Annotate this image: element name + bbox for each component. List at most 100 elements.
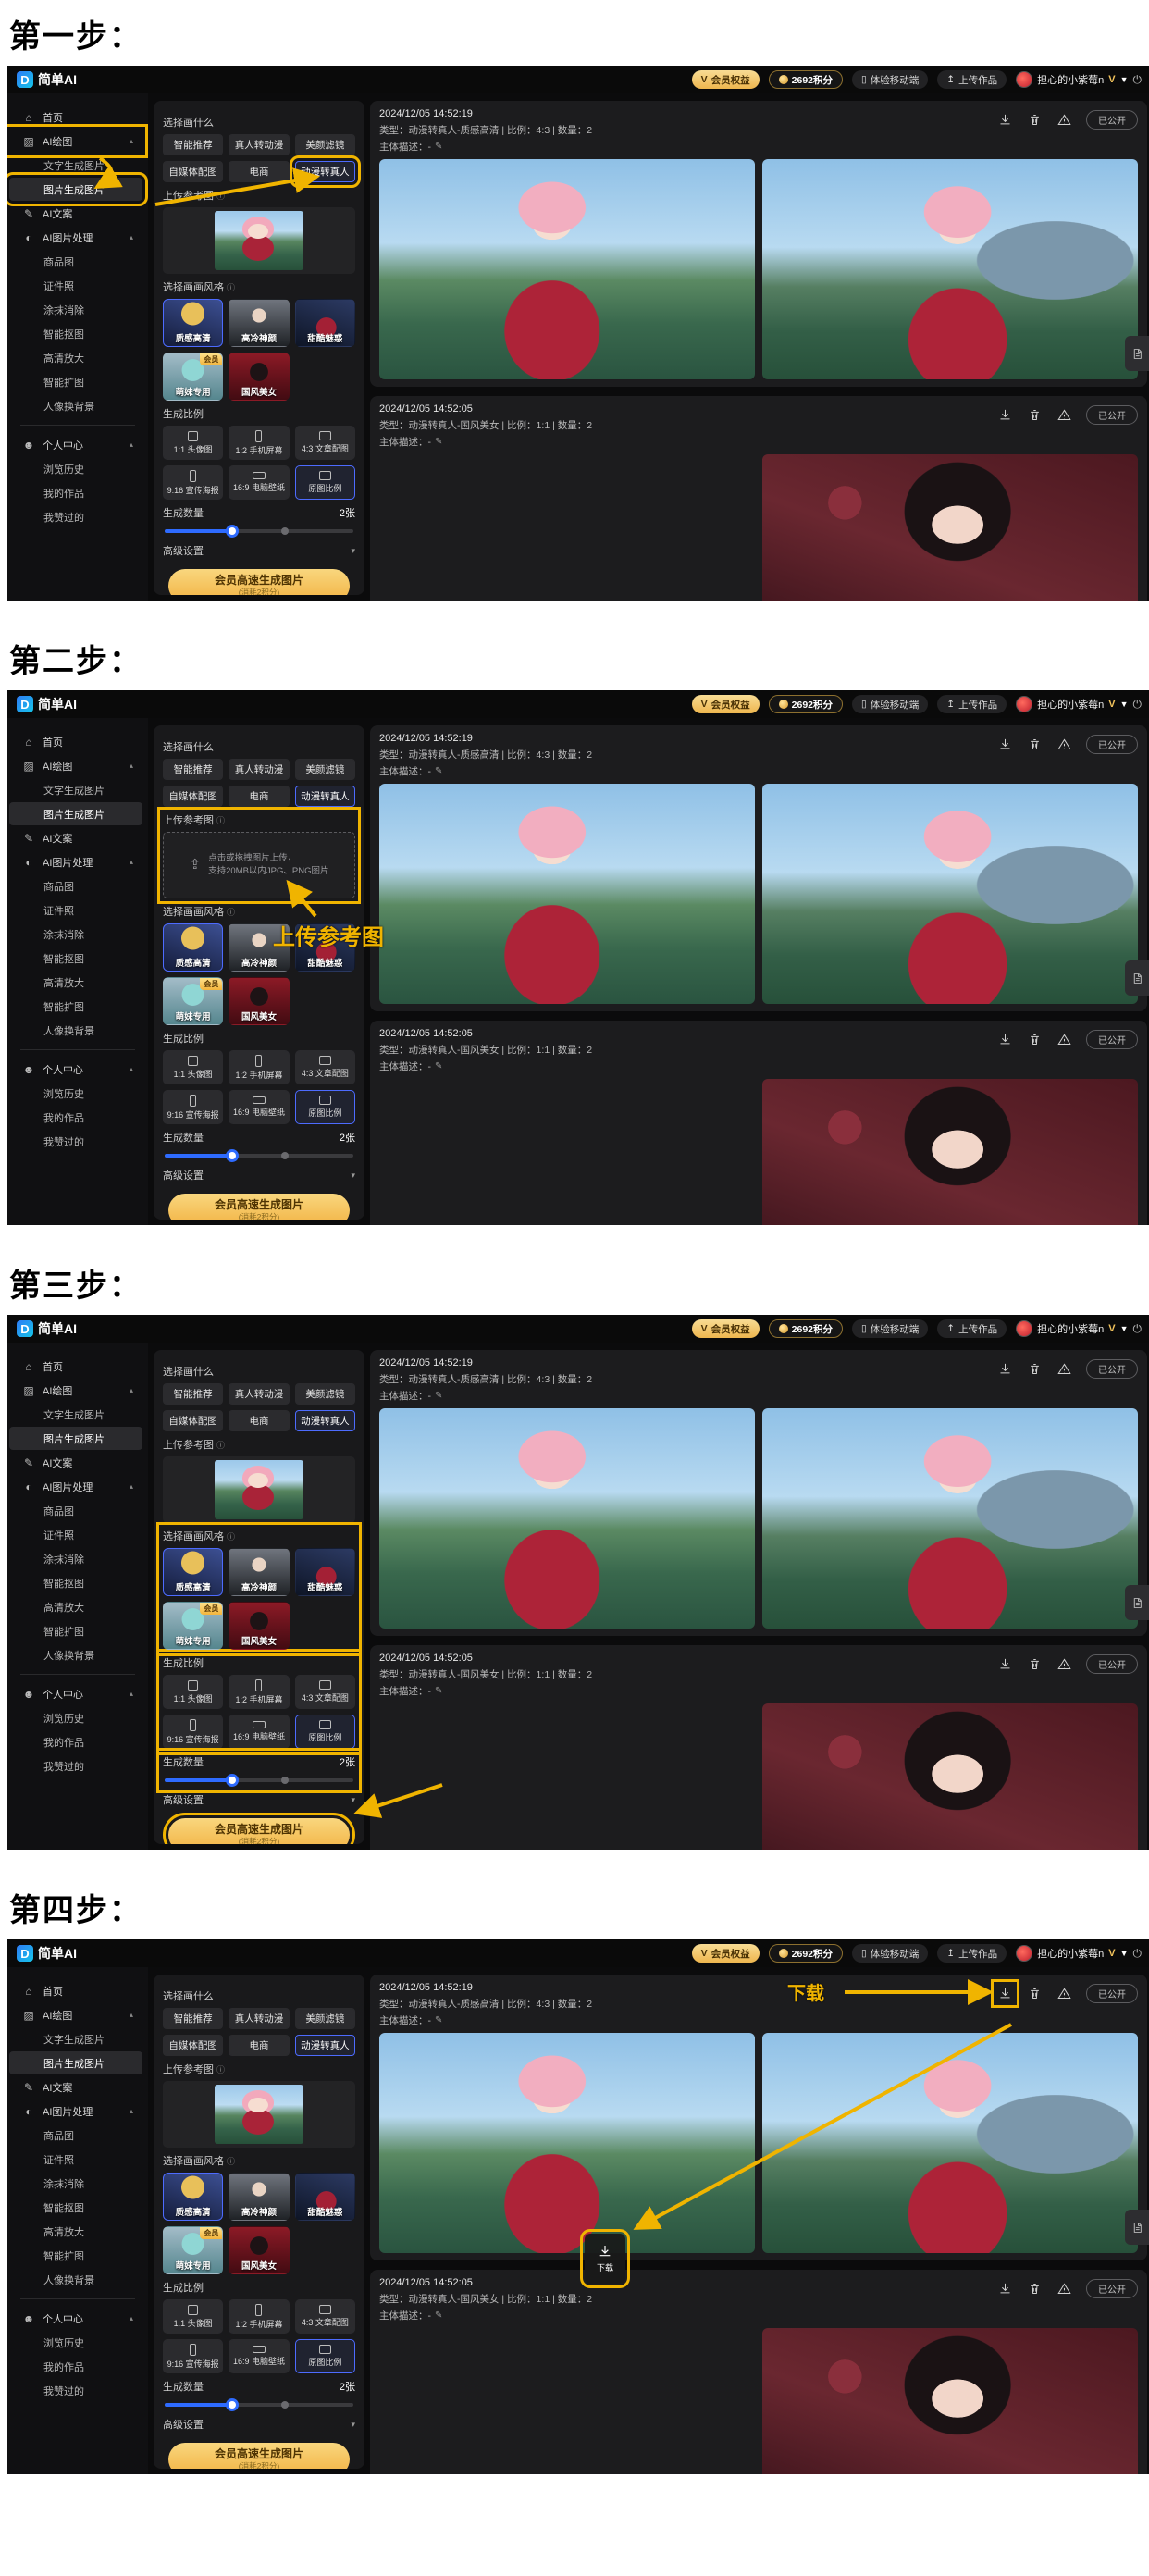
sidebar-item-erase[interactable]: 涂抹消除 [9,923,142,946]
what-button-real2anime[interactable]: 真人转动漫 [229,759,289,780]
edit-icon[interactable]: ✎ [435,1686,442,1696]
sidebar-item-ai-draw[interactable]: ▨ AI绘图 ▴ [9,2003,142,2026]
sidebar-item-expand[interactable]: 智能扩图 [9,995,142,1018]
ratio-16-9[interactable]: 16:9 电脑壁纸 [229,1090,289,1124]
report-icon[interactable] [1056,1361,1072,1377]
what-button-ecommerce[interactable]: 电商 [229,161,289,182]
what-button-anime2real[interactable]: 动漫转真人 [295,786,355,807]
style-thumb-1[interactable]: 高冷神颜 [229,2173,289,2221]
sidebar-item-ai-image-process[interactable]: ◐ AI图片处理 ▴ [9,226,142,249]
style-thumb-2[interactable]: 甜酷魅惑 [295,299,355,347]
ratio-original[interactable]: 原图比例 [295,2339,355,2373]
report-icon[interactable] [1056,112,1072,128]
credits-button[interactable]: 2692积分 [769,70,843,89]
generate-button[interactable]: 会员高速生成图片 (消耗2积分) [168,1818,350,1844]
what-button-beauty[interactable]: 美颜滤镜 [295,1383,355,1405]
edit-icon[interactable]: ✎ [435,142,442,152]
reference-image-thumb[interactable] [215,2085,303,2144]
report-icon[interactable] [1056,1986,1072,2001]
feedback-chip[interactable] [1125,960,1149,996]
sidebar-item-image2image[interactable]: 图片生成图片 [9,802,142,825]
feedback-chip[interactable] [1125,336,1149,371]
vip-benefits-button[interactable]: V 会员权益 [692,70,760,89]
generated-image-2[interactable] [762,2033,1138,2253]
sidebar-item-portrait-bg[interactable]: 人像换背景 [9,1643,142,1666]
download-icon[interactable] [997,407,1013,423]
sidebar-item-product-image[interactable]: 商品图 [9,874,142,898]
mobile-version-button[interactable]: ▯ 体验移动端 [852,70,928,89]
published-button[interactable]: 已公开 [1086,2279,1138,2298]
upload-area[interactable] [163,207,355,274]
sidebar-item-personal[interactable]: ☻ 个人中心 ▴ [9,2307,142,2330]
generated-image-2[interactable] [762,1703,1138,1850]
what-button-media[interactable]: 自媒体配图 [163,2035,223,2056]
what-button-ecommerce[interactable]: 电商 [229,786,289,807]
what-button-smart[interactable]: 智能推荐 [163,759,223,780]
ratio-4-3[interactable]: 4:3 文章配图 [295,1675,355,1709]
what-button-anime2real[interactable]: 动漫转真人 [295,2035,355,2056]
sidebar-item-cutout[interactable]: 智能抠图 [9,947,142,970]
sidebar-item-image2image[interactable]: 图片生成图片 [9,178,142,201]
delete-icon[interactable] [1027,407,1043,423]
ratio-original[interactable]: 原图比例 [295,465,355,500]
sidebar-item-upscale[interactable]: 高清放大 [9,1595,142,1618]
delete-icon[interactable] [1027,1032,1043,1047]
app-logo[interactable]: D 简单AI [17,1319,77,1338]
sidebar-item-image2image[interactable]: 图片生成图片 [9,1427,142,1450]
power-icon[interactable]: ⏻ [1133,698,1143,712]
collapse-icon[interactable]: ▴ [130,1065,133,1073]
published-button[interactable]: 已公开 [1086,405,1138,425]
generated-image-2[interactable] [762,784,1138,1004]
edit-icon[interactable]: ✎ [435,2310,442,2321]
ratio-16-9[interactable]: 16:9 电脑壁纸 [229,1715,289,1749]
ratio-original[interactable]: 原图比例 [295,1715,355,1749]
feedback-chip[interactable] [1125,1585,1149,1620]
sidebar-item-product-image[interactable]: 商品图 [9,1499,142,1522]
mobile-version-button[interactable]: ▯ 体验移动端 [852,695,928,713]
edit-icon[interactable]: ✎ [435,1061,442,1071]
ratio-1-1[interactable]: 1:1 头像图 [163,1050,223,1084]
style-thumb-3[interactable]: 会员萌妹专用 [163,977,223,1025]
sidebar-item-expand[interactable]: 智能扩图 [9,1619,142,1642]
collapse-icon[interactable]: ▴ [130,858,133,866]
ratio-4-3[interactable]: 4:3 文章配图 [295,2299,355,2334]
reference-image-thumb[interactable] [215,211,303,270]
generated-image-1[interactable] [379,784,755,1004]
sidebar-item-my-likes[interactable]: 我赞过的 [9,505,142,528]
power-icon[interactable]: ⏻ [1133,73,1143,87]
sidebar-item-personal[interactable]: ☻ 个人中心 ▴ [9,433,142,456]
sidebar-item-id-photo[interactable]: 证件照 [9,1523,142,1546]
sidebar-item-erase[interactable]: 涂抹消除 [9,298,142,321]
ratio-9-16[interactable]: 9:16 宣传海报 [163,1090,223,1124]
published-button[interactable]: 已公开 [1086,110,1138,130]
sidebar-item-ai-image-process[interactable]: ◐ AI图片处理 ▴ [9,850,142,873]
collapse-icon[interactable]: ▴ [130,233,133,242]
advanced-settings[interactable]: 高级设置▾ [163,1168,355,1183]
report-icon[interactable] [1056,737,1072,752]
mobile-version-button[interactable]: ▯ 体验移动端 [852,1944,928,1963]
sidebar-item-cutout[interactable]: 智能抠图 [9,2196,142,2219]
what-button-ecommerce[interactable]: 电商 [229,2035,289,2056]
sidebar-item-portrait-bg[interactable]: 人像换背景 [9,1019,142,1042]
sidebar-item-my-likes[interactable]: 我赞过的 [9,2379,142,2402]
sidebar-item-my-works[interactable]: 我的作品 [9,1106,142,1129]
sidebar-item-personal[interactable]: ☻ 个人中心 ▴ [9,1682,142,1705]
delete-icon[interactable] [1027,1986,1043,2001]
style-thumb-0[interactable]: 质感高清 [163,923,223,972]
advanced-settings[interactable]: 高级设置▾ [163,1792,355,1807]
sidebar-item-text2image[interactable]: 文字生成图片 [9,778,142,801]
sidebar-item-expand[interactable]: 智能扩图 [9,2244,142,2267]
ratio-1-2[interactable]: 1:2 手机屏幕 [229,1675,289,1709]
sidebar-item-upscale[interactable]: 高清放大 [9,971,142,994]
sidebar-item-upscale[interactable]: 高清放大 [9,346,142,369]
ratio-9-16[interactable]: 9:16 宣传海报 [163,465,223,500]
sidebar-item-history[interactable]: 浏览历史 [9,1082,142,1105]
sidebar-item-my-works[interactable]: 我的作品 [9,481,142,504]
sidebar-item-expand[interactable]: 智能扩图 [9,370,142,393]
ratio-16-9[interactable]: 16:9 电脑壁纸 [229,2339,289,2373]
advanced-settings[interactable]: 高级设置▾ [163,543,355,558]
delete-icon[interactable] [1027,1656,1043,1672]
vip-benefits-button[interactable]: V 会员权益 [692,1944,760,1963]
generated-image-1[interactable] [379,1079,755,1225]
sidebar-item-ai-copy[interactable]: ✎ AI文案 [9,2075,142,2099]
